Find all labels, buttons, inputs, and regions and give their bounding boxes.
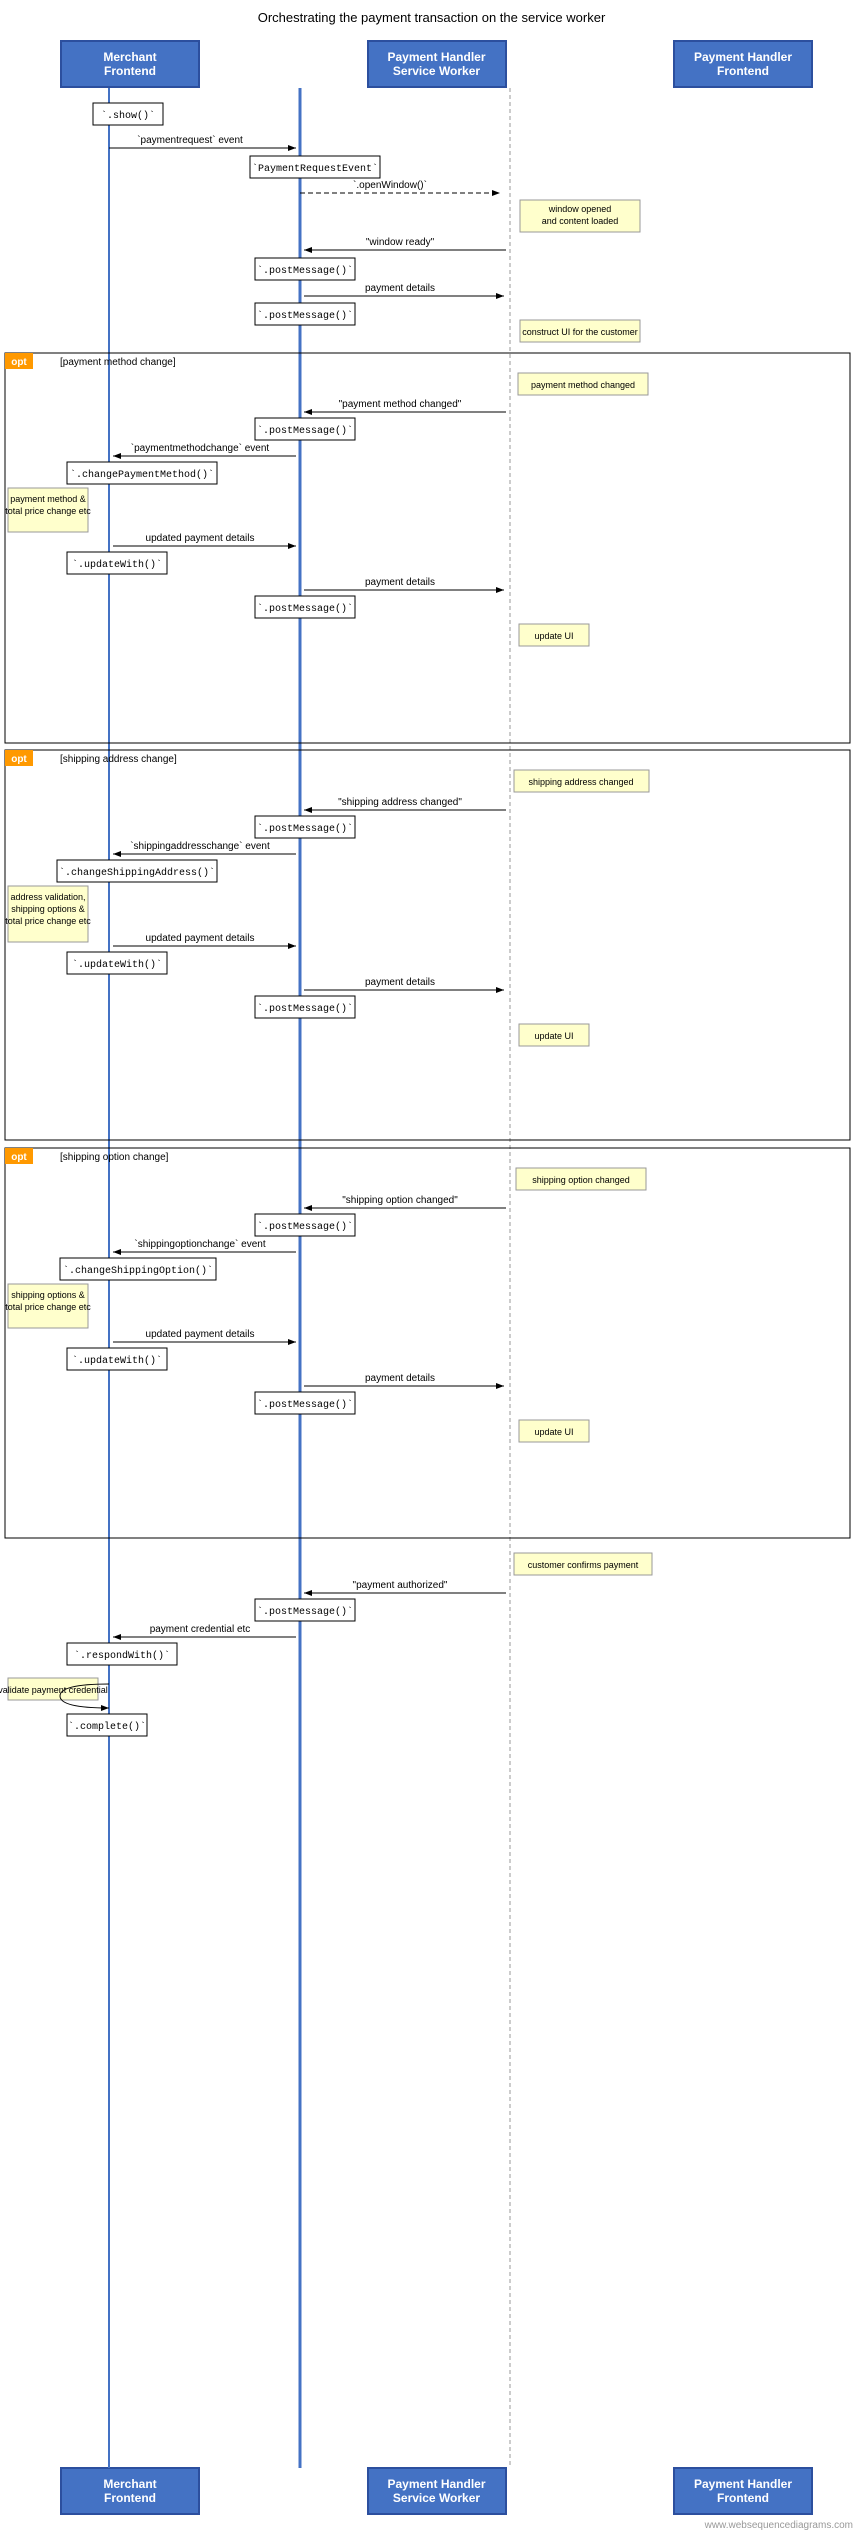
svg-text:shipping address changed: shipping address changed	[528, 777, 633, 787]
svg-text:[shipping address change]: [shipping address change]	[60, 754, 177, 765]
svg-text:`.changeShippingOption()`: `.changeShippingOption()`	[63, 1264, 213, 1277]
svg-text:opt: opt	[11, 754, 27, 765]
svg-text:`.postMessage()`: `.postMessage()`	[257, 1002, 353, 1015]
watermark: www.websequencediagrams.com	[0, 2520, 863, 2531]
svg-text:`.postMessage()`: `.postMessage()`	[257, 424, 353, 437]
svg-text:and content loaded: and content loaded	[542, 216, 619, 226]
svg-text:`.openWindow()`: `.openWindow()`	[353, 179, 427, 191]
svg-text:`shippingoptionchange` event: `shippingoptionchange` event	[134, 1238, 265, 1250]
svg-text:payment details: payment details	[365, 977, 435, 988]
actor-service-worker: Payment Handler Service Worker	[367, 40, 507, 88]
actor-footers: Merchant Frontend Payment Handler Servic…	[0, 2467, 863, 2515]
svg-text:address validation,: address validation,	[10, 892, 85, 902]
svg-text:`.postMessage()`: `.postMessage()`	[257, 1220, 353, 1233]
svg-text:update UI: update UI	[534, 1031, 573, 1041]
svg-text:`.updateWith()`: `.updateWith()`	[72, 558, 162, 571]
svg-text:payment method changed: payment method changed	[531, 380, 635, 390]
svg-text:validate payment credential: validate payment credential	[0, 1685, 108, 1695]
svg-text:`.postMessage()`: `.postMessage()`	[257, 309, 353, 322]
svg-text:[shipping option change]: [shipping option change]	[60, 1152, 169, 1163]
svg-text:update UI: update UI	[534, 1427, 573, 1437]
svg-text:opt: opt	[11, 357, 27, 368]
actor-payment-frontend: Payment Handler Frontend	[673, 40, 813, 88]
svg-text:"shipping option changed": "shipping option changed"	[342, 1195, 458, 1206]
actor-headers: Merchant Frontend Payment Handler Servic…	[0, 40, 863, 88]
svg-text:"shipping address changed": "shipping address changed"	[338, 797, 462, 808]
svg-text:customer confirms payment: customer confirms payment	[528, 1560, 639, 1570]
sequence-diagram: `.show()` `paymentrequest` event `Paymen…	[0, 88, 863, 2468]
svg-text:`paymentmethodchange` event: `paymentmethodchange` event	[131, 442, 270, 454]
svg-text:"window ready": "window ready"	[366, 237, 435, 248]
svg-text:`PaymentRequestEvent`: `PaymentRequestEvent`	[252, 162, 378, 175]
svg-text:`.postMessage()`: `.postMessage()`	[257, 1398, 353, 1411]
svg-text:`.respondWith()`: `.respondWith()`	[74, 1649, 170, 1662]
svg-text:`.postMessage()`: `.postMessage()`	[257, 1605, 353, 1618]
svg-text:shipping options &: shipping options &	[11, 904, 85, 914]
svg-text:[payment method change]: [payment method change]	[60, 357, 176, 368]
actor-merchant-frontend-footer: Merchant Frontend	[60, 2467, 200, 2515]
svg-text:`.postMessage()`: `.postMessage()`	[257, 822, 353, 835]
svg-text:`.show()`: `.show()`	[101, 109, 155, 122]
actor-payment-frontend-footer: Payment Handler Frontend	[673, 2467, 813, 2515]
svg-text:`.postMessage()`: `.postMessage()`	[257, 264, 353, 277]
svg-text:update UI: update UI	[534, 631, 573, 641]
svg-text:`paymentrequest` event: `paymentrequest` event	[137, 134, 243, 146]
svg-text:window opened: window opened	[548, 204, 612, 214]
diagram-container: Orchestrating the payment transaction on…	[0, 0, 863, 2541]
actor-merchant-frontend: Merchant Frontend	[60, 40, 200, 88]
svg-text:payment credential etc: payment credential etc	[150, 1624, 251, 1635]
svg-text:payment details: payment details	[365, 1373, 435, 1384]
svg-text:`.changePaymentMethod()`: `.changePaymentMethod()`	[70, 468, 214, 481]
svg-text:updated payment details: updated payment details	[146, 933, 255, 944]
svg-text:`.changeShippingAddress()`: `.changeShippingAddress()`	[59, 866, 215, 879]
svg-text:`.postMessage()`: `.postMessage()`	[257, 602, 353, 615]
svg-text:updated payment details: updated payment details	[146, 533, 255, 544]
diagram-title: Orchestrating the payment transaction on…	[0, 10, 863, 25]
svg-text:construct UI for the customer: construct UI for the customer	[522, 327, 638, 337]
svg-text:total price change etc: total price change etc	[5, 506, 91, 516]
svg-text:shipping options &: shipping options &	[11, 1290, 85, 1300]
svg-text:"payment method changed": "payment method changed"	[339, 399, 462, 410]
svg-text:payment details: payment details	[365, 283, 435, 294]
svg-text:shipping option changed: shipping option changed	[532, 1175, 630, 1185]
svg-text:total price change etc: total price change etc	[5, 916, 91, 926]
svg-text:payment method &: payment method &	[10, 494, 86, 504]
svg-text:updated payment details: updated payment details	[146, 1329, 255, 1340]
svg-text:`.updateWith()`: `.updateWith()`	[72, 958, 162, 971]
svg-text:`shippingaddresschange` event: `shippingaddresschange` event	[130, 840, 270, 852]
actor-service-worker-footer: Payment Handler Service Worker	[367, 2467, 507, 2515]
svg-text:payment details: payment details	[365, 577, 435, 588]
svg-text:`.updateWith()`: `.updateWith()`	[72, 1354, 162, 1367]
svg-text:total price change etc: total price change etc	[5, 1302, 91, 1312]
svg-text:opt: opt	[11, 1152, 27, 1163]
svg-text:`.complete()`: `.complete()`	[68, 1720, 146, 1733]
svg-text:"payment authorized": "payment authorized"	[353, 1580, 448, 1591]
